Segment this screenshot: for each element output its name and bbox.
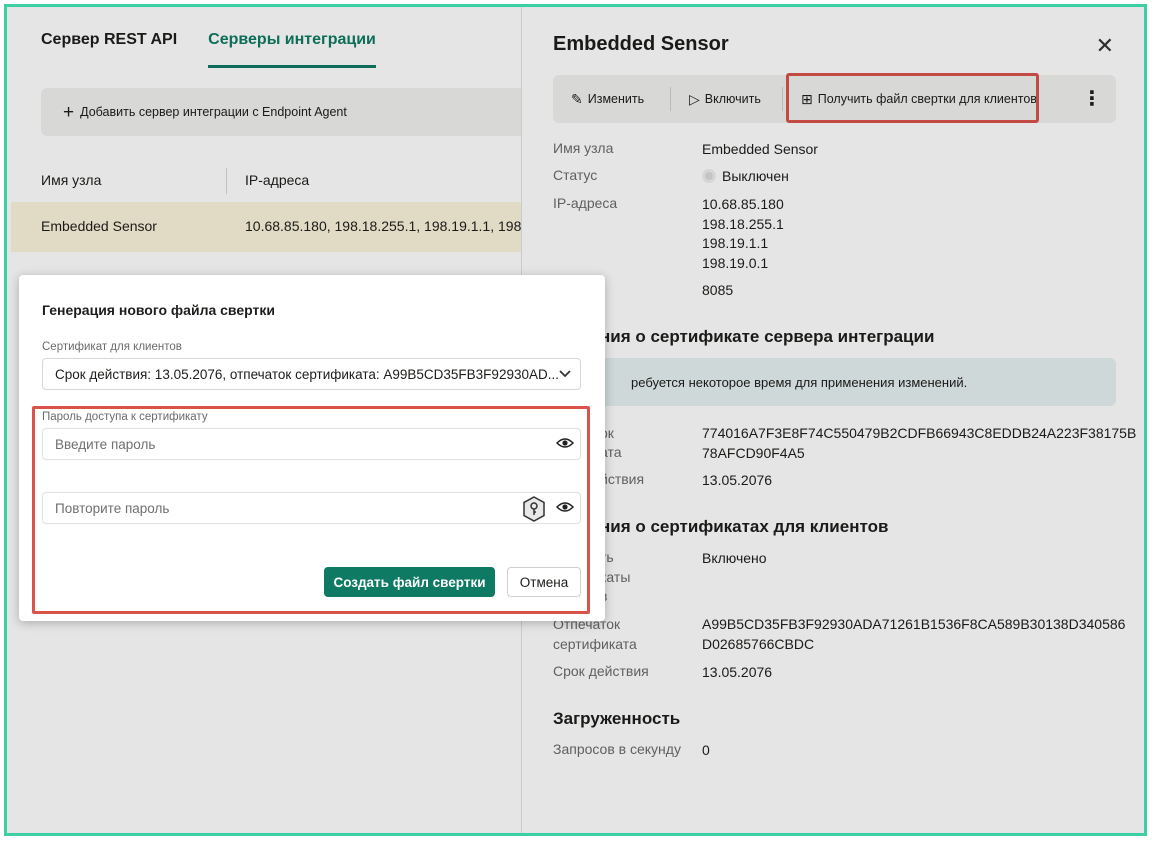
drawer-dim-overlay <box>521 7 1144 833</box>
generate-package-file-dialog: Генерация нового файла свертки Сертифика… <box>19 275 605 621</box>
chevron-down-icon <box>558 364 572 387</box>
dialog-title: Генерация нового файла свертки <box>42 302 275 318</box>
client-cert-label: Сертификат для клиентов <box>42 341 182 353</box>
callout-highlight <box>32 406 590 614</box>
screenshot-frame: Сервер REST API Серверы интеграции + Доб… <box>4 4 1147 836</box>
client-cert-select[interactable]: Срок действия: 13.05.2076, отпечаток сер… <box>42 358 581 390</box>
client-cert-selected-value: Срок действия: 13.05.2076, отпечаток сер… <box>55 367 559 382</box>
